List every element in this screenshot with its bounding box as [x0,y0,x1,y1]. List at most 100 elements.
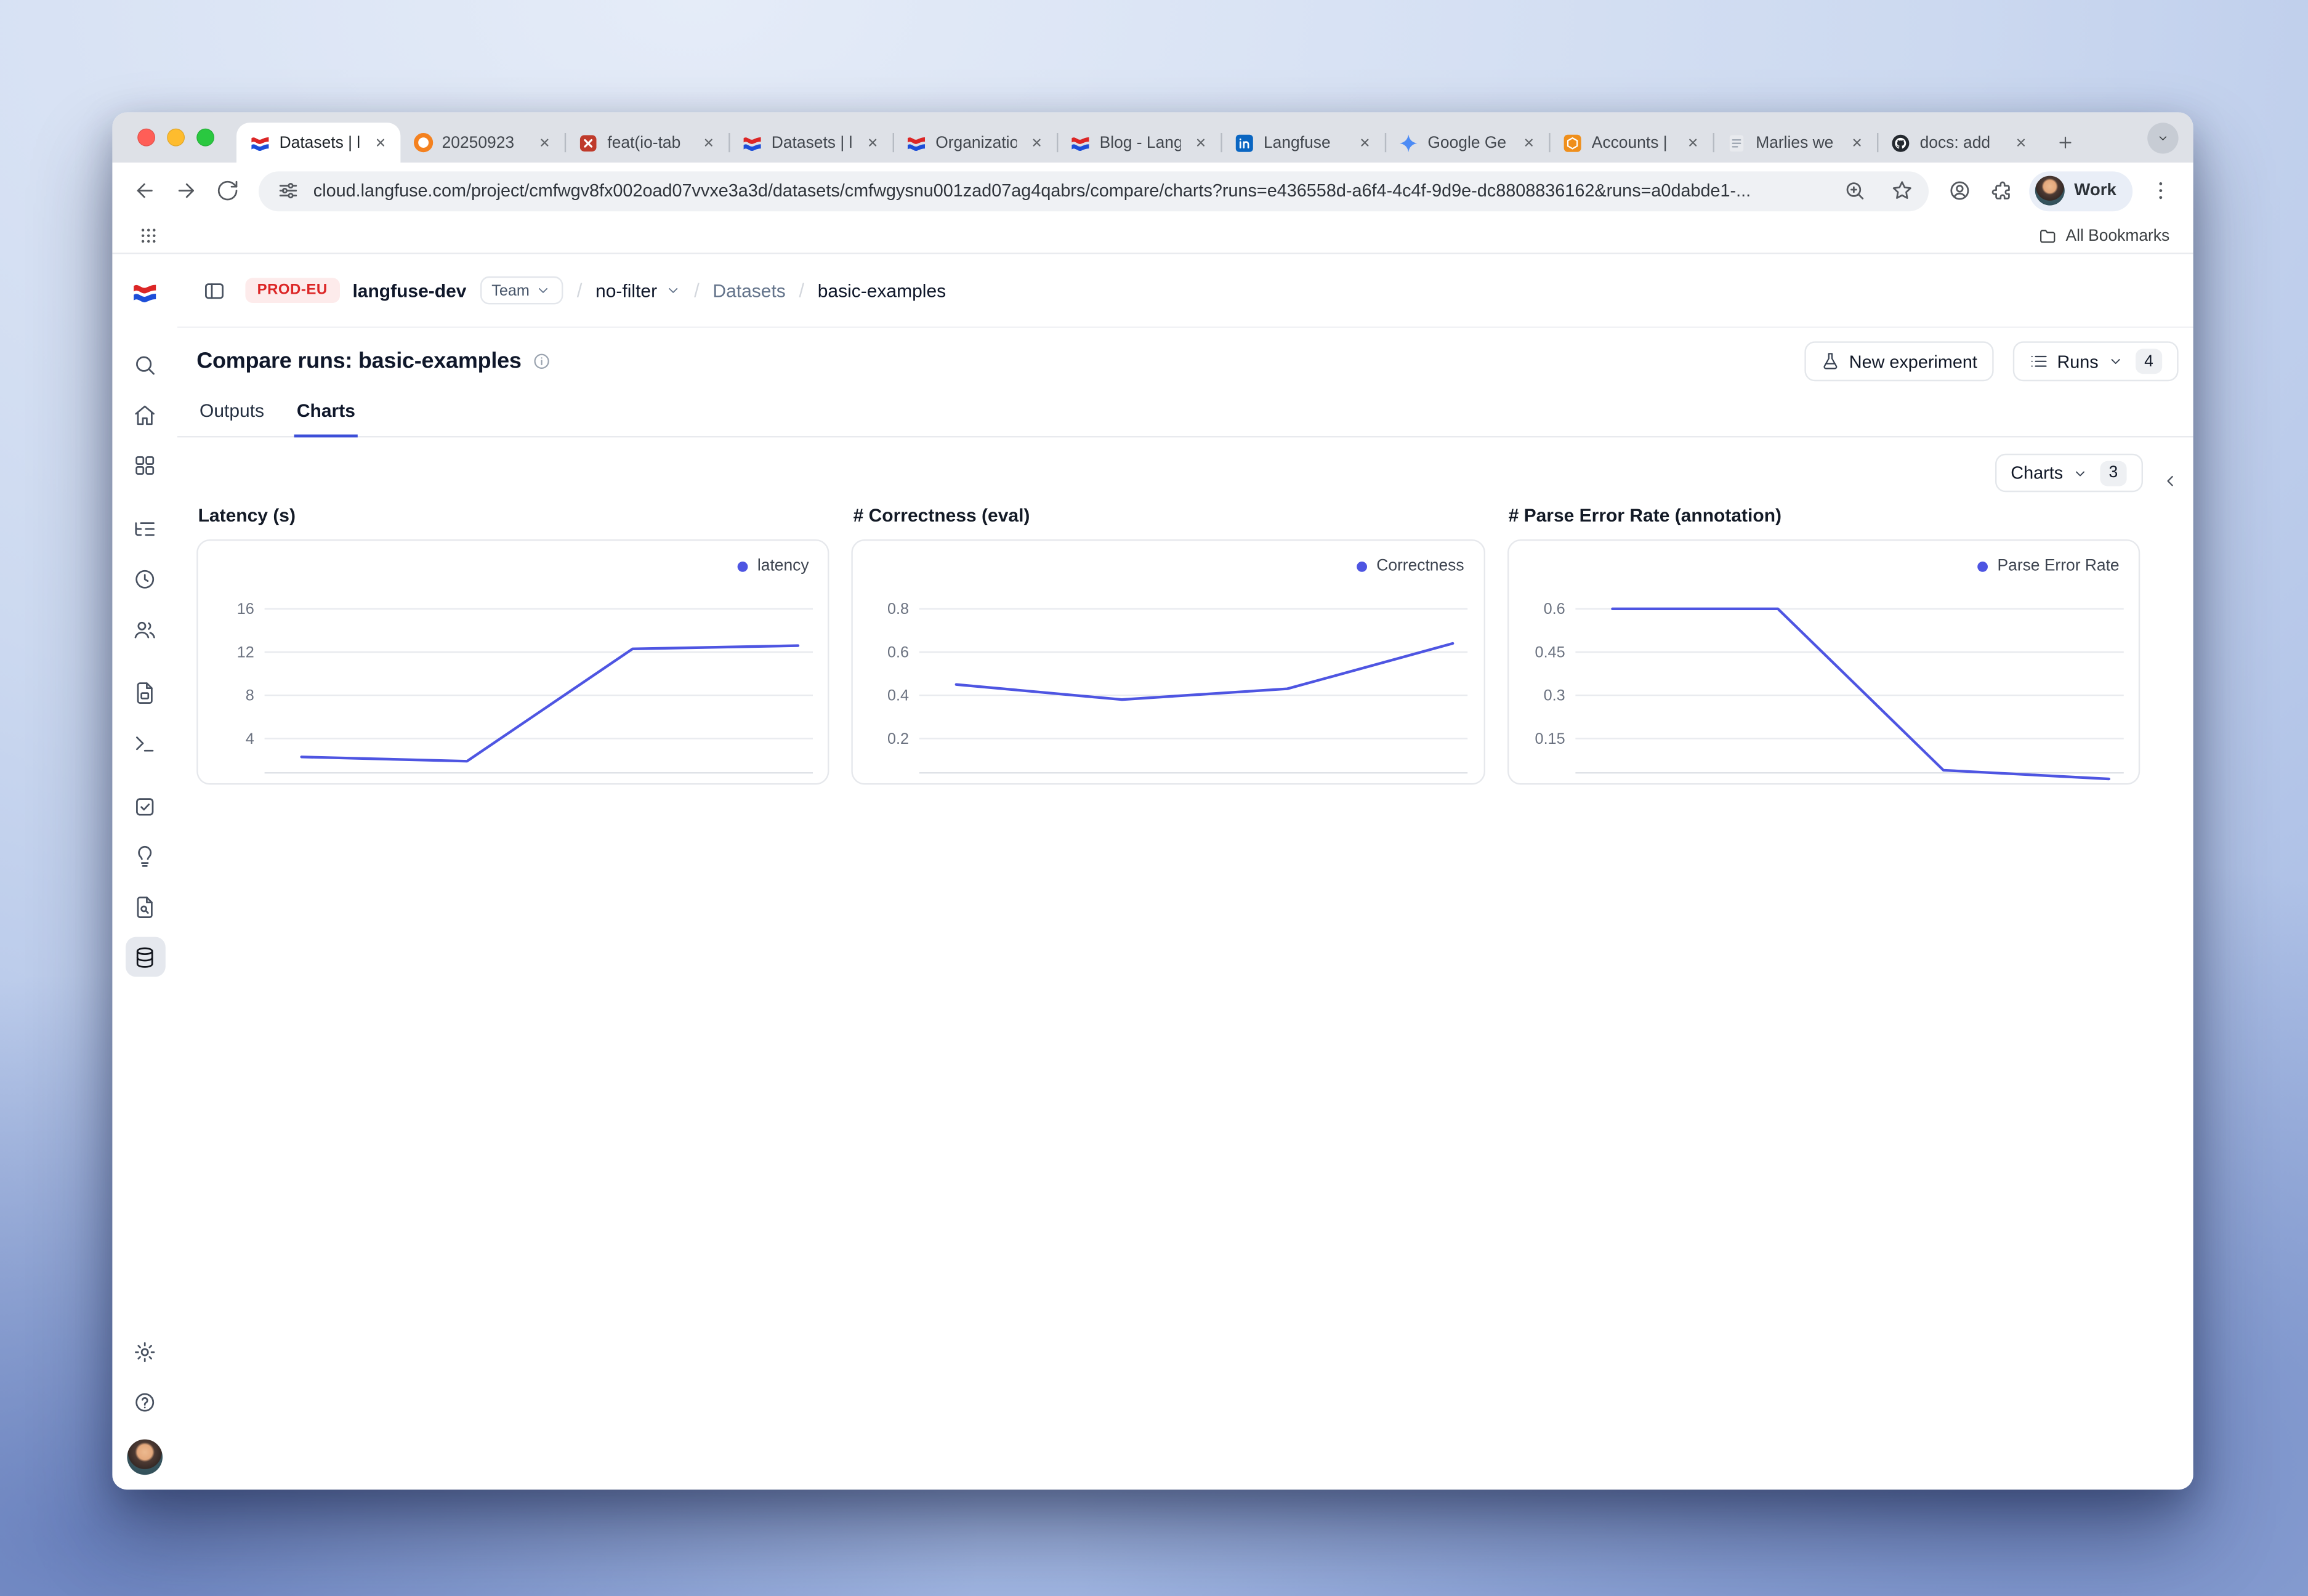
sidebar-bottom [125,1331,165,1475]
url-text[interactable]: cloud.langfuse.com/project/cmfwgv8fx002o… [313,180,1826,201]
browser-tab-10[interactable]: Marlies we [1713,123,1877,163]
browser-tab-6[interactable]: Blog - Lang [1057,123,1221,163]
apps-grid-icon[interactable] [130,218,166,254]
sidebar-item-datasets[interactable] [125,937,165,977]
minimize-window-button[interactable] [167,129,185,147]
sidebar-item-annotation[interactable] [125,887,165,927]
extensions-puzzle-icon[interactable] [1982,171,2020,209]
sidebar-item-search[interactable] [125,344,165,384]
org-role-label: Team [491,281,530,299]
tab-close-icon[interactable] [369,132,392,154]
langfuse-favicon [250,132,271,153]
runs-dropdown[interactable]: Runs 4 [2012,341,2178,381]
maximize-window-button[interactable] [196,129,214,147]
langfuse-app: PROD-EU langfuse-dev Team / no-filter / … [112,254,2193,1489]
address-bar[interactable]: cloud.langfuse.com/project/cmfwgv8fx002o… [259,171,1929,211]
new-tab-button[interactable] [2047,124,2083,160]
tab-close-icon[interactable] [533,132,555,154]
legend-dot [738,561,749,571]
browser-tab-9[interactable]: Accounts | [1549,123,1713,163]
tab-title: Blog - Lang [1100,134,1181,151]
tab-outputs[interactable]: Outputs [196,400,267,437]
tab-title: 20250923 [442,134,525,151]
bookmarks-bar: All Bookmarks [112,219,2193,254]
runs-label: Runs [2057,351,2098,372]
breadcrumb-org[interactable]: langfuse-dev [352,280,466,301]
page-gray-favicon [1726,132,1747,153]
sidebar-toggle-icon[interactable] [196,273,232,308]
collapse-panel-icon[interactable] [2155,465,2184,495]
project-dropdown[interactable]: no-filter [595,280,680,301]
tab-close-icon[interactable] [698,132,720,154]
svg-text:0.2: 0.2 [888,730,910,748]
tab-title: Langfuse [1264,134,1345,151]
org-role-dropdown[interactable]: Team [480,276,563,305]
site-settings-icon[interactable] [275,173,301,209]
tab-close-icon[interactable] [2010,132,2032,154]
sidebar-item-support[interactable] [125,1382,165,1422]
sidebar-item-dashboards[interactable] [125,445,165,485]
bookmark-star-icon[interactable] [1885,173,1921,209]
browser-tab-8[interactable]: Google Ge [1385,123,1549,163]
sidebar-item-tracing[interactable] [125,509,165,549]
chart-title: Latency (s) [198,506,830,526]
zoom-icon[interactable] [1838,173,1873,209]
langfuse-favicon [742,132,763,153]
svg-text:0.4: 0.4 [888,687,910,704]
browser-tab-7[interactable]: Langfuse [1221,123,1384,163]
browser-tab-5[interactable]: Organizatio [893,123,1057,163]
sidebar-item-users[interactable] [125,609,165,649]
browser-menu-icon[interactable] [2142,171,2180,209]
svg-text:0.45: 0.45 [1535,643,1565,661]
tab-title: Datasets | l [280,134,361,151]
chart-plot: 0.20.40.60.8 [853,541,1483,783]
window-controls [137,129,214,147]
browser-tab-11[interactable]: docs: add [1877,123,2041,163]
forward-button[interactable] [167,171,205,209]
breadcrumb-datasets-link[interactable]: Datasets [712,280,785,301]
sidebar-group [125,509,165,649]
tab-close-icon[interactable] [1518,132,1540,154]
back-button[interactable] [126,171,164,209]
tab-close-icon[interactable] [1682,132,1704,154]
sidebar-item-ask-ai[interactable] [125,836,165,876]
tab-strip: Datasets | l20250923feat(io-tabDatasets … [112,112,2193,163]
tab-title: docs: add [1920,134,2001,151]
env-badge: PROD-EU [245,278,339,303]
charts-dropdown[interactable]: Charts 3 [1995,454,2143,492]
browser-tab-2[interactable]: 20250923 [400,123,564,163]
tab-search-button[interactable] [2147,123,2178,153]
all-bookmarks-label: All Bookmarks [2065,227,2169,244]
user-avatar[interactable] [127,1440,163,1475]
svg-text:0.6: 0.6 [1543,600,1565,618]
sidebar-item-sessions[interactable] [125,558,165,598]
reload-button[interactable] [208,171,246,209]
profile-chip[interactable]: Work [2030,171,2132,211]
tab-close-icon[interactable] [1846,132,1868,154]
tab-charts[interactable]: Charts [294,400,358,437]
sidebar-item-evaluation[interactable] [125,786,165,826]
tab-close-icon[interactable] [1190,132,1212,154]
browser-tab-3[interactable]: feat(io-tab [565,123,728,163]
tab-close-icon[interactable] [1354,132,1376,154]
chart-column-2: # Correctness (eval)Correctness0.20.40.6… [852,506,1485,785]
svg-text:12: 12 [237,643,254,661]
profile-label: Work [2074,182,2116,200]
chevron-down-icon [2107,353,2123,369]
info-icon[interactable] [532,352,551,371]
breadcrumb-current: basic-examples [818,280,946,301]
tab-close-icon[interactable] [861,132,884,154]
sidebar-item-prompts[interactable] [125,672,165,712]
langfuse-logo[interactable] [132,280,158,306]
tab-close-icon[interactable] [1026,132,1048,154]
user-circle-icon[interactable] [1941,171,1979,209]
browser-tab-1[interactable]: Datasets | l [236,123,400,163]
all-bookmarks-button[interactable]: All Bookmarks [2032,223,2176,248]
sidebar-item-settings[interactable] [125,1331,165,1371]
sidebar-item-playground[interactable] [125,723,165,763]
sidebar-item-home[interactable] [125,395,165,435]
browser-tab-4[interactable]: Datasets | l [728,123,892,163]
close-window-button[interactable] [137,129,155,147]
new-experiment-button[interactable]: New experiment [1805,341,1993,381]
app-content: PROD-EU langfuse-dev Team / no-filter / … [177,254,2193,1489]
